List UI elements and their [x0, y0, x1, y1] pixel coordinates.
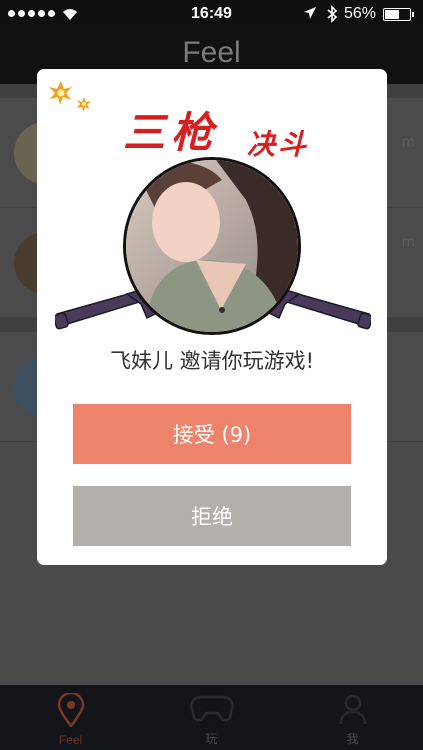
inviter-avatar	[123, 157, 301, 335]
person-icon	[339, 694, 366, 725]
game-invite-dialog: 三枪 决斗 飞妹儿 邀请你玩游戏! 接受 (9) 拒绝	[37, 69, 387, 565]
tab-me[interactable]: 我	[282, 685, 423, 750]
tab-label: 我	[346, 732, 359, 746]
gamepad-icon	[189, 695, 234, 722]
tab-play[interactable]: 玩	[141, 685, 282, 750]
bluetooth-icon	[327, 5, 338, 23]
tab-bar: Feel 玩 我	[0, 685, 423, 750]
battery-icon	[383, 8, 414, 21]
feed-row-meta: m	[401, 134, 415, 151]
status-bar: 16:49 56%	[0, 0, 423, 28]
feed-row-meta: m	[401, 234, 415, 251]
accept-button[interactable]: 接受 (9)	[73, 404, 351, 464]
location-pin-icon	[57, 693, 84, 727]
invite-message: 飞妹儿 邀请你玩游戏!	[109, 349, 315, 373]
tab-label: Feel	[58, 733, 83, 747]
game-title: 三枪	[123, 108, 220, 157]
battery-percent: 56%	[344, 5, 377, 22]
decline-button[interactable]: 拒绝	[73, 486, 351, 546]
page-title: Feel	[182, 36, 241, 69]
tab-feel[interactable]: Feel	[0, 685, 141, 750]
game-title-logo: 三枪 决斗	[51, 79, 371, 161]
location-arrow-icon	[304, 7, 316, 19]
game-subtitle: 决斗	[247, 128, 310, 161]
tab-label: 玩	[205, 732, 218, 746]
